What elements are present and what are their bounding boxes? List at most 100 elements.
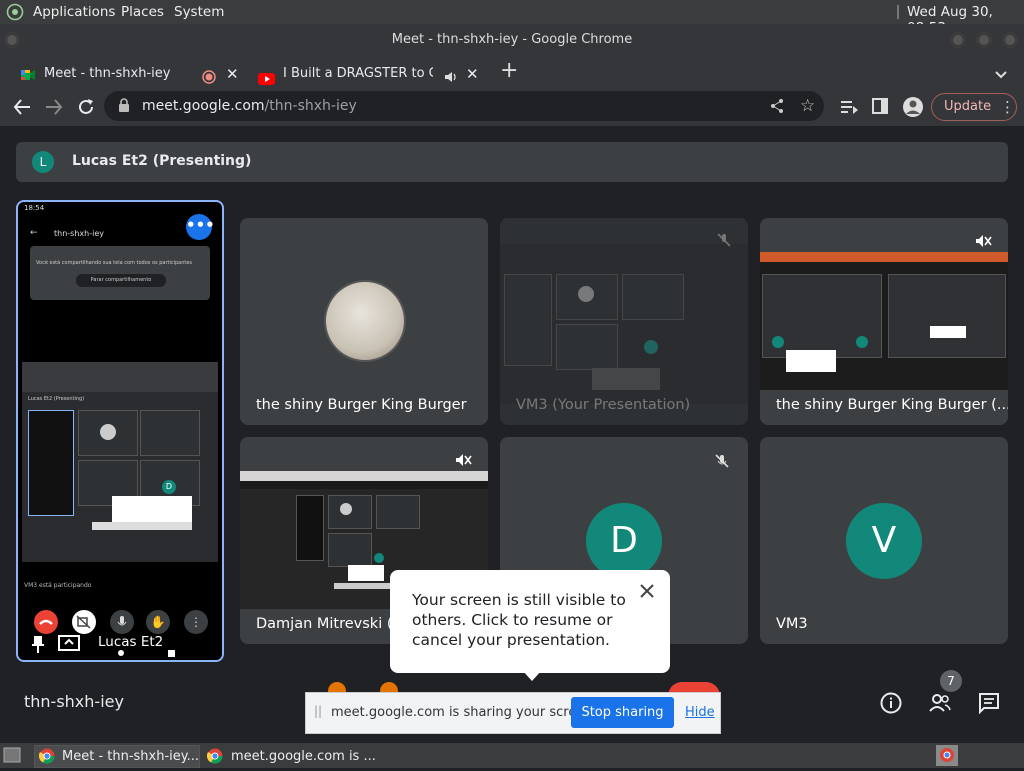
- bookmark-star-icon[interactable]: ☆: [800, 96, 815, 116]
- phone-presenting-label: Lucas Et2 (Presenting): [28, 396, 85, 402]
- reload-icon[interactable]: [76, 97, 96, 121]
- media-controls-icon[interactable]: [840, 99, 858, 119]
- your-presentation-preview: [500, 244, 748, 404]
- phone-camera-off-icon: [72, 610, 96, 634]
- chat-icon[interactable]: [978, 692, 1000, 718]
- panel-separator-icon: [896, 5, 900, 23]
- participant-tile-1[interactable]: the shiny Burger King Burger: [240, 218, 488, 425]
- muted-mic-icon-5: [714, 453, 730, 473]
- popup-close-icon[interactable]: [638, 582, 656, 604]
- show-desktop-icon[interactable]: [3, 747, 21, 767]
- hide-link[interactable]: Hide: [685, 705, 715, 720]
- screen-visible-popup[interactable]: Your screen is still visible to others. …: [390, 570, 670, 681]
- tile-name-1: the shiny Burger King Burger: [256, 397, 467, 413]
- tab-youtube-close-icon[interactable]: ✕: [466, 60, 479, 88]
- popup-message: Your screen is still visible to others. …: [412, 591, 626, 649]
- taskbar-item-meet[interactable]: Meet - thn-shxh-iey...: [34, 745, 200, 768]
- presenting-bar[interactable]: L Lucas Et2 (Presenting): [16, 142, 1008, 182]
- profile-avatar-icon[interactable]: [902, 96, 924, 122]
- new-tab-icon[interactable]: +: [500, 58, 518, 83]
- update-button[interactable]: Update ⋮: [931, 93, 1017, 121]
- phone-meeting-code: thn-shxh-iey: [54, 229, 104, 238]
- sharing-message: meet.google.com is sharing your screen.: [331, 705, 597, 720]
- muted-mic-icon-4: [454, 451, 472, 473]
- tab-bar: Meet - thn-shxh-iey ✕ I Built a DRAGSTER…: [0, 56, 1024, 88]
- menu-applications[interactable]: Applications: [33, 4, 115, 20]
- self-presentation-tile[interactable]: 18:54 ••• ← thn-shxh-iey Você está compa…: [16, 200, 224, 662]
- phone-leave-call-icon: [34, 610, 58, 634]
- address-bar[interactable]: meet.google.com/thn-shxh-iey ☆: [104, 91, 824, 121]
- taskbar-item-meet-label: Meet - thn-shxh-iey...: [62, 749, 200, 764]
- burger-avatar: [324, 280, 406, 362]
- url-host: meet.google.com: [142, 98, 265, 114]
- avatar-d: D: [586, 503, 662, 579]
- phone-more-icon: ⋮: [184, 610, 208, 634]
- participant-tile-6[interactable]: V VM3: [760, 437, 1008, 644]
- drag-handle-icon[interactable]: ||: [314, 704, 322, 718]
- minimize-icon[interactable]: [950, 32, 966, 48]
- presenting-label: Lucas Et2 (Presenting): [72, 153, 252, 169]
- pin-icon[interactable]: [30, 634, 46, 658]
- meet-stage: L Lucas Et2 (Presenting) 18:54 ••• ← thn…: [0, 126, 1024, 743]
- tab-search-chevron-down-icon[interactable]: [994, 65, 1008, 84]
- tab-meet[interactable]: Meet - thn-shxh-iey ✕: [8, 60, 246, 88]
- chrome-menu-icon[interactable]: ⋮: [1000, 94, 1015, 120]
- self-tile-name: Lucas Et2: [98, 634, 164, 650]
- tab-youtube[interactable]: I Built a DRAGSTER to Get ✕: [250, 60, 486, 88]
- menu-places[interactable]: Places: [121, 4, 164, 20]
- window-menu-icon[interactable]: [4, 32, 20, 48]
- presenter-avatar: L: [32, 151, 54, 173]
- side-panel-icon[interactable]: [872, 98, 888, 118]
- distro-logo-icon[interactable]: [6, 3, 24, 25]
- meeting-code: thn-shxh-iey: [24, 692, 124, 711]
- lock-icon[interactable]: [118, 98, 130, 117]
- avatar-v: V: [846, 503, 922, 579]
- participant-tile-3[interactable]: the shiny Burger King Burger (...: [760, 218, 1008, 425]
- url-path: /thn-shxh-iey: [264, 98, 357, 114]
- phone-banner-text: Você está compartilhando sua tela com to…: [36, 260, 193, 266]
- meeting-details-icon[interactable]: [880, 692, 902, 718]
- participants-count-badge: 7: [940, 670, 962, 692]
- tab-youtube-label: I Built a DRAGSTER to Get: [283, 66, 433, 81]
- screen-sharing-bar: || meet.google.com is sharing your scree…: [305, 692, 721, 734]
- phone-mirrored-screen: Lucas Et2 (Presenting) D: [22, 362, 218, 562]
- phone-mic-icon: [110, 610, 134, 634]
- forward-arrow-icon[interactable]: [44, 97, 64, 121]
- share-icon[interactable]: [769, 98, 785, 118]
- phone-back-arrow-icon: ←: [30, 228, 38, 238]
- taskbar-item-sharing-label: meet.google.com is ...: [231, 749, 376, 764]
- screen-share-preview-3: [760, 252, 1008, 390]
- tile-name-4: Damjan Mitrevski (P: [256, 616, 396, 632]
- phone-stop-sharing-button: Parar compartilhamento: [76, 274, 166, 287]
- taskbar: Meet - thn-shxh-iey... meet.google.com i…: [0, 743, 1024, 768]
- workspace-switcher-icon[interactable]: [936, 745, 958, 766]
- muted-mic-icon-3: [974, 232, 992, 254]
- tile-name-2: VM3 (Your Presentation): [516, 397, 691, 413]
- window-title: Meet - thn-shxh-iey - Google Chrome: [391, 32, 633, 47]
- tab-meet-label: Meet - thn-shxh-iey: [44, 66, 171, 81]
- tile-name-6: VM3: [776, 616, 808, 632]
- system-top-panel: Applications Places System Wed Aug 30, 0…: [0, 0, 1024, 36]
- update-button-label: Update: [944, 99, 992, 114]
- browser-toolbar: meet.google.com/thn-shxh-iey ☆ Update ⋮: [0, 88, 1024, 127]
- phone-home-icon: [118, 650, 124, 656]
- taskbar-item-sharing[interactable]: meet.google.com is ...: [202, 745, 404, 768]
- menu-system[interactable]: System: [174, 4, 224, 20]
- phone-participants-text: VM3 está participando: [24, 582, 92, 589]
- people-icon[interactable]: [928, 692, 952, 718]
- tile-name-3: the shiny Burger King Burger (...: [776, 397, 1008, 413]
- close-window-icon[interactable]: [1002, 32, 1018, 48]
- tab-meet-close-icon[interactable]: ✕: [226, 60, 239, 88]
- phone-share-banner: Você está compartilhando sua tela com to…: [30, 246, 210, 300]
- window-titlebar[interactable]: Meet - thn-shxh-iey - Google Chrome: [0, 24, 1024, 56]
- back-arrow-icon[interactable]: [12, 97, 32, 121]
- phone-raise-hand-icon: ✋: [146, 610, 170, 634]
- participant-tile-2[interactable]: VM3 (Your Presentation): [500, 218, 748, 425]
- maximize-icon[interactable]: [976, 32, 992, 48]
- stop-sharing-button[interactable]: Stop sharing: [571, 697, 674, 728]
- phone-status-time: 18:54: [24, 204, 45, 212]
- more-options-icon[interactable]: •••: [186, 214, 215, 240]
- present-screen-icon[interactable]: [58, 634, 80, 658]
- muted-mic-icon-2: [716, 232, 732, 252]
- phone-recents-icon: [168, 650, 175, 657]
